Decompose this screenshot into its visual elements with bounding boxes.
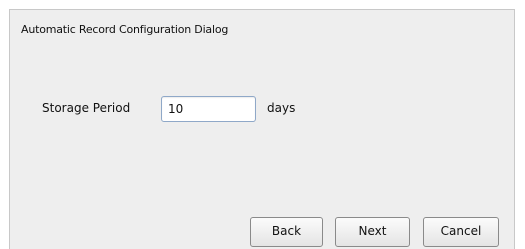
next-button[interactable]: Next	[335, 217, 410, 247]
storage-period-input[interactable]	[161, 96, 256, 122]
storage-period-label: Storage Period	[42, 101, 131, 115]
cancel-button[interactable]: Cancel	[423, 217, 499, 247]
storage-period-unit: days	[267, 101, 296, 115]
dialog-title: Automatic Record Configuration Dialog	[21, 23, 229, 36]
configuration-dialog: Automatic Record Configuration Dialog St…	[9, 9, 515, 249]
back-button[interactable]: Back	[250, 217, 323, 247]
